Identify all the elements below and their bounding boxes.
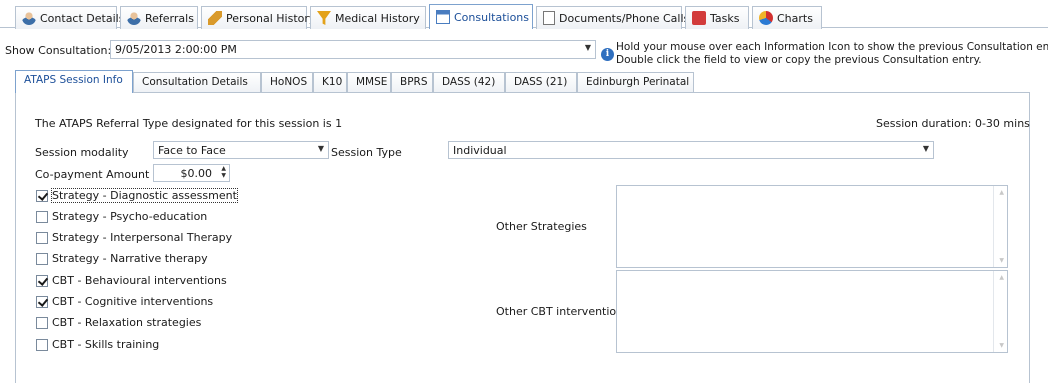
session-type-label: Session Type <box>331 146 402 159</box>
main-tab-strip: Contact Details Referrals Personal Histo… <box>0 0 1048 29</box>
document-icon <box>543 11 555 25</box>
show-consultation-label: Show Consultation: <box>5 44 112 57</box>
tab-bprs[interactable]: BPRS <box>391 72 433 93</box>
tab-label: Medical History <box>335 11 420 25</box>
scroll-up-icon[interactable]: ▲ <box>999 189 1004 196</box>
tab-k10[interactable]: K10 <box>313 72 347 93</box>
info-line-2: Double click the field to view or copy t… <box>616 54 982 66</box>
checkbox-cbt-behavioural-interventions[interactable]: CBT - Behavioural interventions <box>36 274 227 287</box>
referral-type-text: The ATAPS Referral Type designated for t… <box>35 117 343 130</box>
tab-label: Tasks <box>710 11 740 25</box>
info-line-1: Hold your mouse over each Information Ic… <box>616 41 1048 53</box>
calendar-icon <box>436 10 450 24</box>
tab-label: Referrals <box>145 11 194 25</box>
checkbox-box[interactable] <box>36 338 48 351</box>
session-type-value: Individual <box>453 144 507 157</box>
tab-ataps-session-info[interactable]: ATAPS Session Info <box>15 70 133 93</box>
tab-edinburgh-perinatal[interactable]: Edinburgh Perinatal <box>577 72 694 93</box>
tab-documents-phone-calls[interactable]: Documents/Phone Calls <box>536 6 689 29</box>
session-modality-value: Face to Face <box>158 144 226 157</box>
checkbox-box[interactable] <box>36 316 48 329</box>
tab-tasks[interactable]: Tasks <box>685 6 749 29</box>
scroll-down-icon[interactable]: ▼ <box>999 342 1004 349</box>
show-consultation-dropdown[interactable]: 9/05/2013 2:00:00 PM ▼ <box>110 40 596 59</box>
chevron-down-icon[interactable]: ▼ <box>585 43 591 52</box>
tab-dass-42[interactable]: DASS (42) <box>433 72 505 93</box>
checkbox-strategy-interpersonal-therapy[interactable]: Strategy - Interpersonal Therapy <box>36 231 232 244</box>
info-icon: i <box>601 48 614 61</box>
scroll-up-icon[interactable]: ▲ <box>999 274 1004 281</box>
person-icon <box>127 11 141 25</box>
tab-referrals[interactable]: Referrals <box>120 6 198 29</box>
other-strategies-label: Other Strategies <box>496 220 587 233</box>
session-modality-label: Session modality <box>35 146 129 159</box>
checkbox-label: CBT - Skills training <box>52 338 160 351</box>
other-cbt-label: Other CBT interventions <box>496 305 629 318</box>
tab-contact-details[interactable]: Contact Details <box>15 6 124 29</box>
session-type-dropdown[interactable]: Individual ▼ <box>448 141 934 159</box>
checkbox-label: Strategy - Diagnostic assessment <box>51 188 238 203</box>
checkbox-label: CBT - Behavioural interventions <box>52 274 227 287</box>
checkbox-label: CBT - Cognitive interventions <box>52 295 214 308</box>
chevron-down-icon[interactable]: ▼ <box>318 144 324 153</box>
tab-label: Consultations <box>454 10 529 24</box>
checkbox-box[interactable] <box>36 252 48 265</box>
copayment-spinner[interactable]: $0.00 ▲ ▼ <box>153 164 230 182</box>
tab-mmse[interactable]: MMSE <box>347 72 391 93</box>
checkbox-strategy-narrative-therapy[interactable]: Strategy - Narrative therapy <box>36 252 208 265</box>
checkbox-label: Strategy - Psycho-education <box>52 210 208 223</box>
checkbox-box[interactable] <box>36 295 48 308</box>
tab-dass-21[interactable]: DASS (21) <box>505 72 577 93</box>
checkbox-box[interactable] <box>36 274 48 287</box>
tab-label: Contact Details <box>40 11 125 25</box>
chart-icon <box>759 11 773 25</box>
info-text: Hold your mouse over each Information Ic… <box>616 41 1048 67</box>
checkbox-cbt-cognitive-interventions[interactable]: CBT - Cognitive interventions <box>36 295 213 308</box>
checkbox-cbt-skills-training[interactable]: CBT - Skills training <box>36 338 159 351</box>
tab-label: Charts <box>777 11 813 25</box>
checkbox-box[interactable] <box>36 189 48 202</box>
scrollbar[interactable]: ▲ ▼ <box>993 271 1007 352</box>
checkbox-strategy-psycho-education[interactable]: Strategy - Psycho-education <box>36 210 207 223</box>
show-consultation-value: 9/05/2013 2:00:00 PM <box>115 43 237 56</box>
scrollbar[interactable]: ▲ ▼ <box>993 186 1007 267</box>
tasks-icon <box>692 11 706 25</box>
chevron-down-icon[interactable]: ▼ <box>923 144 929 153</box>
pen-icon <box>208 11 222 25</box>
tab-honos[interactable]: HoNOS <box>261 72 313 93</box>
checkbox-label: Strategy - Narrative therapy <box>52 252 208 265</box>
tab-label: Personal History <box>226 11 316 25</box>
funnel-icon <box>317 11 331 25</box>
session-modality-dropdown[interactable]: Face to Face ▼ <box>153 141 329 159</box>
checkbox-label: Strategy - Interpersonal Therapy <box>52 231 233 244</box>
copayment-label: Co-payment Amount <box>35 168 150 181</box>
scroll-down-icon[interactable]: ▼ <box>999 257 1004 264</box>
checkbox-strategy-diagnostic-assessment[interactable]: Strategy - Diagnostic assessment <box>36 188 238 203</box>
session-duration-text: Session duration: 0-30 mins <box>876 117 1030 130</box>
checkbox-box[interactable] <box>36 210 48 223</box>
other-cbt-textarea[interactable]: ▲ ▼ <box>616 270 1008 353</box>
tab-label: Documents/Phone Calls <box>559 11 690 25</box>
tab-consultations[interactable]: Consultations <box>429 4 533 29</box>
checkbox-box[interactable] <box>36 231 48 244</box>
spinner-arrows-icon[interactable]: ▲ ▼ <box>221 165 226 179</box>
tab-consultation-details[interactable]: Consultation Details <box>133 72 261 93</box>
tab-charts[interactable]: Charts <box>752 6 822 29</box>
checkbox-cbt-relaxation-strategies[interactable]: CBT - Relaxation strategies <box>36 316 201 329</box>
tab-personal-history[interactable]: Personal History <box>201 6 315 29</box>
person-icon <box>22 11 36 25</box>
other-strategies-textarea[interactable]: ▲ ▼ <box>616 185 1008 268</box>
tab-medical-history[interactable]: Medical History <box>310 6 426 29</box>
consultation-tab-strip: ATAPS Session Info Consultation Details … <box>15 70 1030 93</box>
copayment-value: $0.00 <box>180 167 213 180</box>
checkbox-label: CBT - Relaxation strategies <box>52 316 202 329</box>
